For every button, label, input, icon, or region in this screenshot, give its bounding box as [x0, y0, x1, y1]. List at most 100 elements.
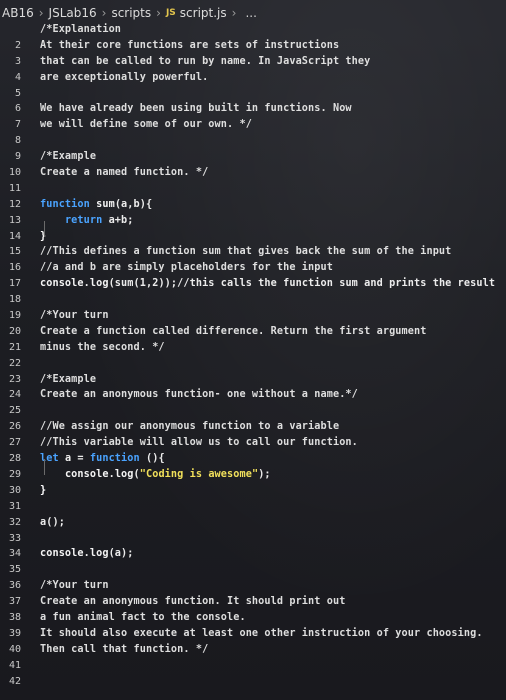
code-text[interactable]: return a+b;: [40, 213, 134, 229]
code-token: /*Your turn: [40, 310, 109, 322]
code-text[interactable]: that can be called to run by name. In Ja…: [40, 54, 370, 70]
code-line[interactable]: 6 We have already been using built in fun…: [0, 101, 506, 117]
breadcrumb-ellipsis[interactable]: ...: [245, 6, 256, 20]
breadcrumb-item-folder[interactable]: AB16: [2, 6, 34, 20]
code-line[interactable]: 36 /*Your turn: [0, 578, 506, 594]
code-text[interactable]: /*Your turn: [40, 308, 109, 324]
line-number: 24: [8, 389, 21, 401]
code-text[interactable]: //We assign our anonymous function to a …: [40, 419, 339, 435]
code-line[interactable]: 25: [0, 403, 506, 419]
code-text[interactable]: minus the second. */: [40, 340, 165, 356]
code-line[interactable]: 34 console.log(a);: [0, 546, 506, 562]
code-text[interactable]: //a and b are simply placeholders for th…: [40, 260, 333, 276]
code-line[interactable]: 41: [0, 658, 506, 674]
breadcrumb-item-project[interactable]: JSLab16: [49, 6, 97, 20]
code-token: (sum(1,2));//this calls the function sum…: [108, 278, 496, 290]
code-line[interactable]: 23 /*Example: [0, 372, 506, 388]
code-line[interactable]: 3 that can be called to run by name. In J…: [0, 54, 506, 70]
code-line[interactable]: 26 //We assign our anonymous function to …: [0, 419, 506, 435]
code-line[interactable]: 14}: [0, 229, 506, 245]
code-line[interactable]: 22: [0, 356, 506, 372]
code-token: minus the second. */: [40, 341, 165, 353]
code-line[interactable]: 27 //This variable will allow us to call …: [0, 435, 506, 451]
line-number: 31: [8, 500, 21, 512]
line-number: 11: [8, 182, 21, 194]
code-line[interactable]: 15 //This defines a function sum that giv…: [0, 244, 506, 260]
code-text[interactable]: Create an anonymous function- one withou…: [40, 387, 358, 403]
code-text[interactable]: Create a named function. */: [40, 165, 208, 181]
code-text[interactable]: //This defines a function sum that gives…: [40, 244, 451, 260]
code-token: /*Your turn: [40, 580, 109, 592]
code-token: are exceptionally powerful.: [40, 71, 209, 83]
code-line[interactable]: 8: [0, 133, 506, 149]
code-token: sum: [96, 198, 115, 210]
indent-guide: [44, 221, 45, 237]
line-number: 9: [14, 151, 21, 163]
code-token: log: [114, 468, 134, 480]
code-text[interactable]: console.log(sum(1,2));//this calls the f…: [40, 276, 495, 292]
code-line[interactable]: 10 Create a named function. */: [0, 165, 506, 181]
code-line[interactable]: 19 /*Your turn: [0, 308, 506, 324]
code-text[interactable]: Create an anonymous function. It should …: [40, 594, 345, 610]
line-number: 40: [8, 643, 21, 655]
code-line[interactable]: 11: [0, 181, 506, 197]
line-number: 4: [14, 71, 21, 83]
code-line[interactable]: 30}: [0, 483, 506, 499]
code-text[interactable]: console.log(a);: [40, 546, 134, 562]
code-text[interactable]: are exceptionally powerful.: [40, 70, 208, 86]
code-text[interactable]: a();: [40, 515, 65, 531]
code-line[interactable]: 4 are exceptionally powerful.: [0, 70, 506, 86]
code-text[interactable]: let a = function (){: [40, 451, 165, 467]
code-text[interactable]: a fun animal fact to the console.: [40, 610, 246, 626]
line-number: 39: [8, 627, 21, 639]
code-text[interactable]: At their core functions are sets of inst…: [40, 38, 339, 54]
code-line[interactable]: 12 function sum(a,b){: [0, 197, 506, 213]
code-text[interactable]: /*Explanation: [40, 22, 121, 38]
code-line[interactable]: 17 console.log(sum(1,2));//this calls the…: [0, 276, 506, 292]
code-line[interactable]: 42: [0, 674, 506, 690]
code-text[interactable]: /*Example: [40, 149, 96, 165]
code-text[interactable]: }: [40, 483, 46, 499]
code-line[interactable]: 21 minus the second. */: [0, 340, 506, 356]
code-text[interactable]: We have already been using built in func…: [40, 101, 352, 117]
code-line[interactable]: 32 a();: [0, 515, 506, 531]
code-line[interactable]: 13 return a+b;: [0, 213, 506, 229]
code-text[interactable]: we will define some of our own. */: [40, 117, 252, 133]
code-line[interactable]: 35: [0, 562, 506, 578]
code-text[interactable]: /*Example: [40, 372, 96, 388]
code-line[interactable]: 16 //a and b are simply placeholders for …: [0, 260, 506, 276]
line-number: 35: [8, 564, 21, 576]
code-text[interactable]: It should also execute at least one othe…: [40, 626, 483, 642]
code-text[interactable]: /*Your turn: [40, 578, 109, 594]
code-area[interactable]: /*Explanation 2 At their core functions ar…: [0, 22, 506, 689]
code-line[interactable]: 2 At their core functions are sets of ins…: [0, 38, 506, 54]
code-line[interactable]: 37 Create an anonymous function. It shoul…: [0, 594, 506, 610]
code-line[interactable]: 18: [0, 292, 506, 308]
code-line[interactable]: 20 Create a function called difference. R…: [0, 324, 506, 340]
line-number: 29: [8, 468, 21, 480]
breadcrumb-item-file[interactable]: script.js: [180, 6, 227, 20]
code-line[interactable]: 7 we will define some of our own. */: [0, 117, 506, 133]
code-line[interactable]: 29 console.log("Coding is awesome");: [0, 467, 506, 483]
code-text[interactable]: Then call that function. */: [40, 642, 208, 658]
code-text[interactable]: console.log("Coding is awesome");: [40, 467, 271, 483]
code-token: log: [89, 548, 109, 560]
code-line[interactable]: 31: [0, 499, 506, 515]
code-text[interactable]: //This variable will allow us to call ou…: [40, 435, 358, 451]
code-line[interactable]: 9 /*Example: [0, 149, 506, 165]
code-line[interactable]: 24 Create an anonymous function- one with…: [0, 387, 506, 403]
code-line[interactable]: 28 let a = function (){: [0, 451, 506, 467]
breadcrumb-item-scripts[interactable]: scripts: [111, 6, 151, 20]
code-line[interactable]: /*Explanation: [0, 22, 506, 38]
line-number: 8: [14, 135, 21, 147]
code-text[interactable]: function sum(a,b){: [40, 197, 152, 213]
code-line[interactable]: 40 Then call that function. */: [0, 642, 506, 658]
code-token: console: [40, 278, 84, 290]
code-line[interactable]: 39 It should also execute at least one ot…: [0, 626, 506, 642]
code-line[interactable]: 33: [0, 531, 506, 547]
code-line[interactable]: 38 a fun animal fact to the console.: [0, 610, 506, 626]
code-token: a fun animal fact to the console.: [40, 611, 246, 623]
code-text[interactable]: Create a function called difference. Ret…: [40, 324, 426, 340]
code-token: console: [40, 548, 84, 560]
code-line[interactable]: 5: [0, 86, 506, 102]
